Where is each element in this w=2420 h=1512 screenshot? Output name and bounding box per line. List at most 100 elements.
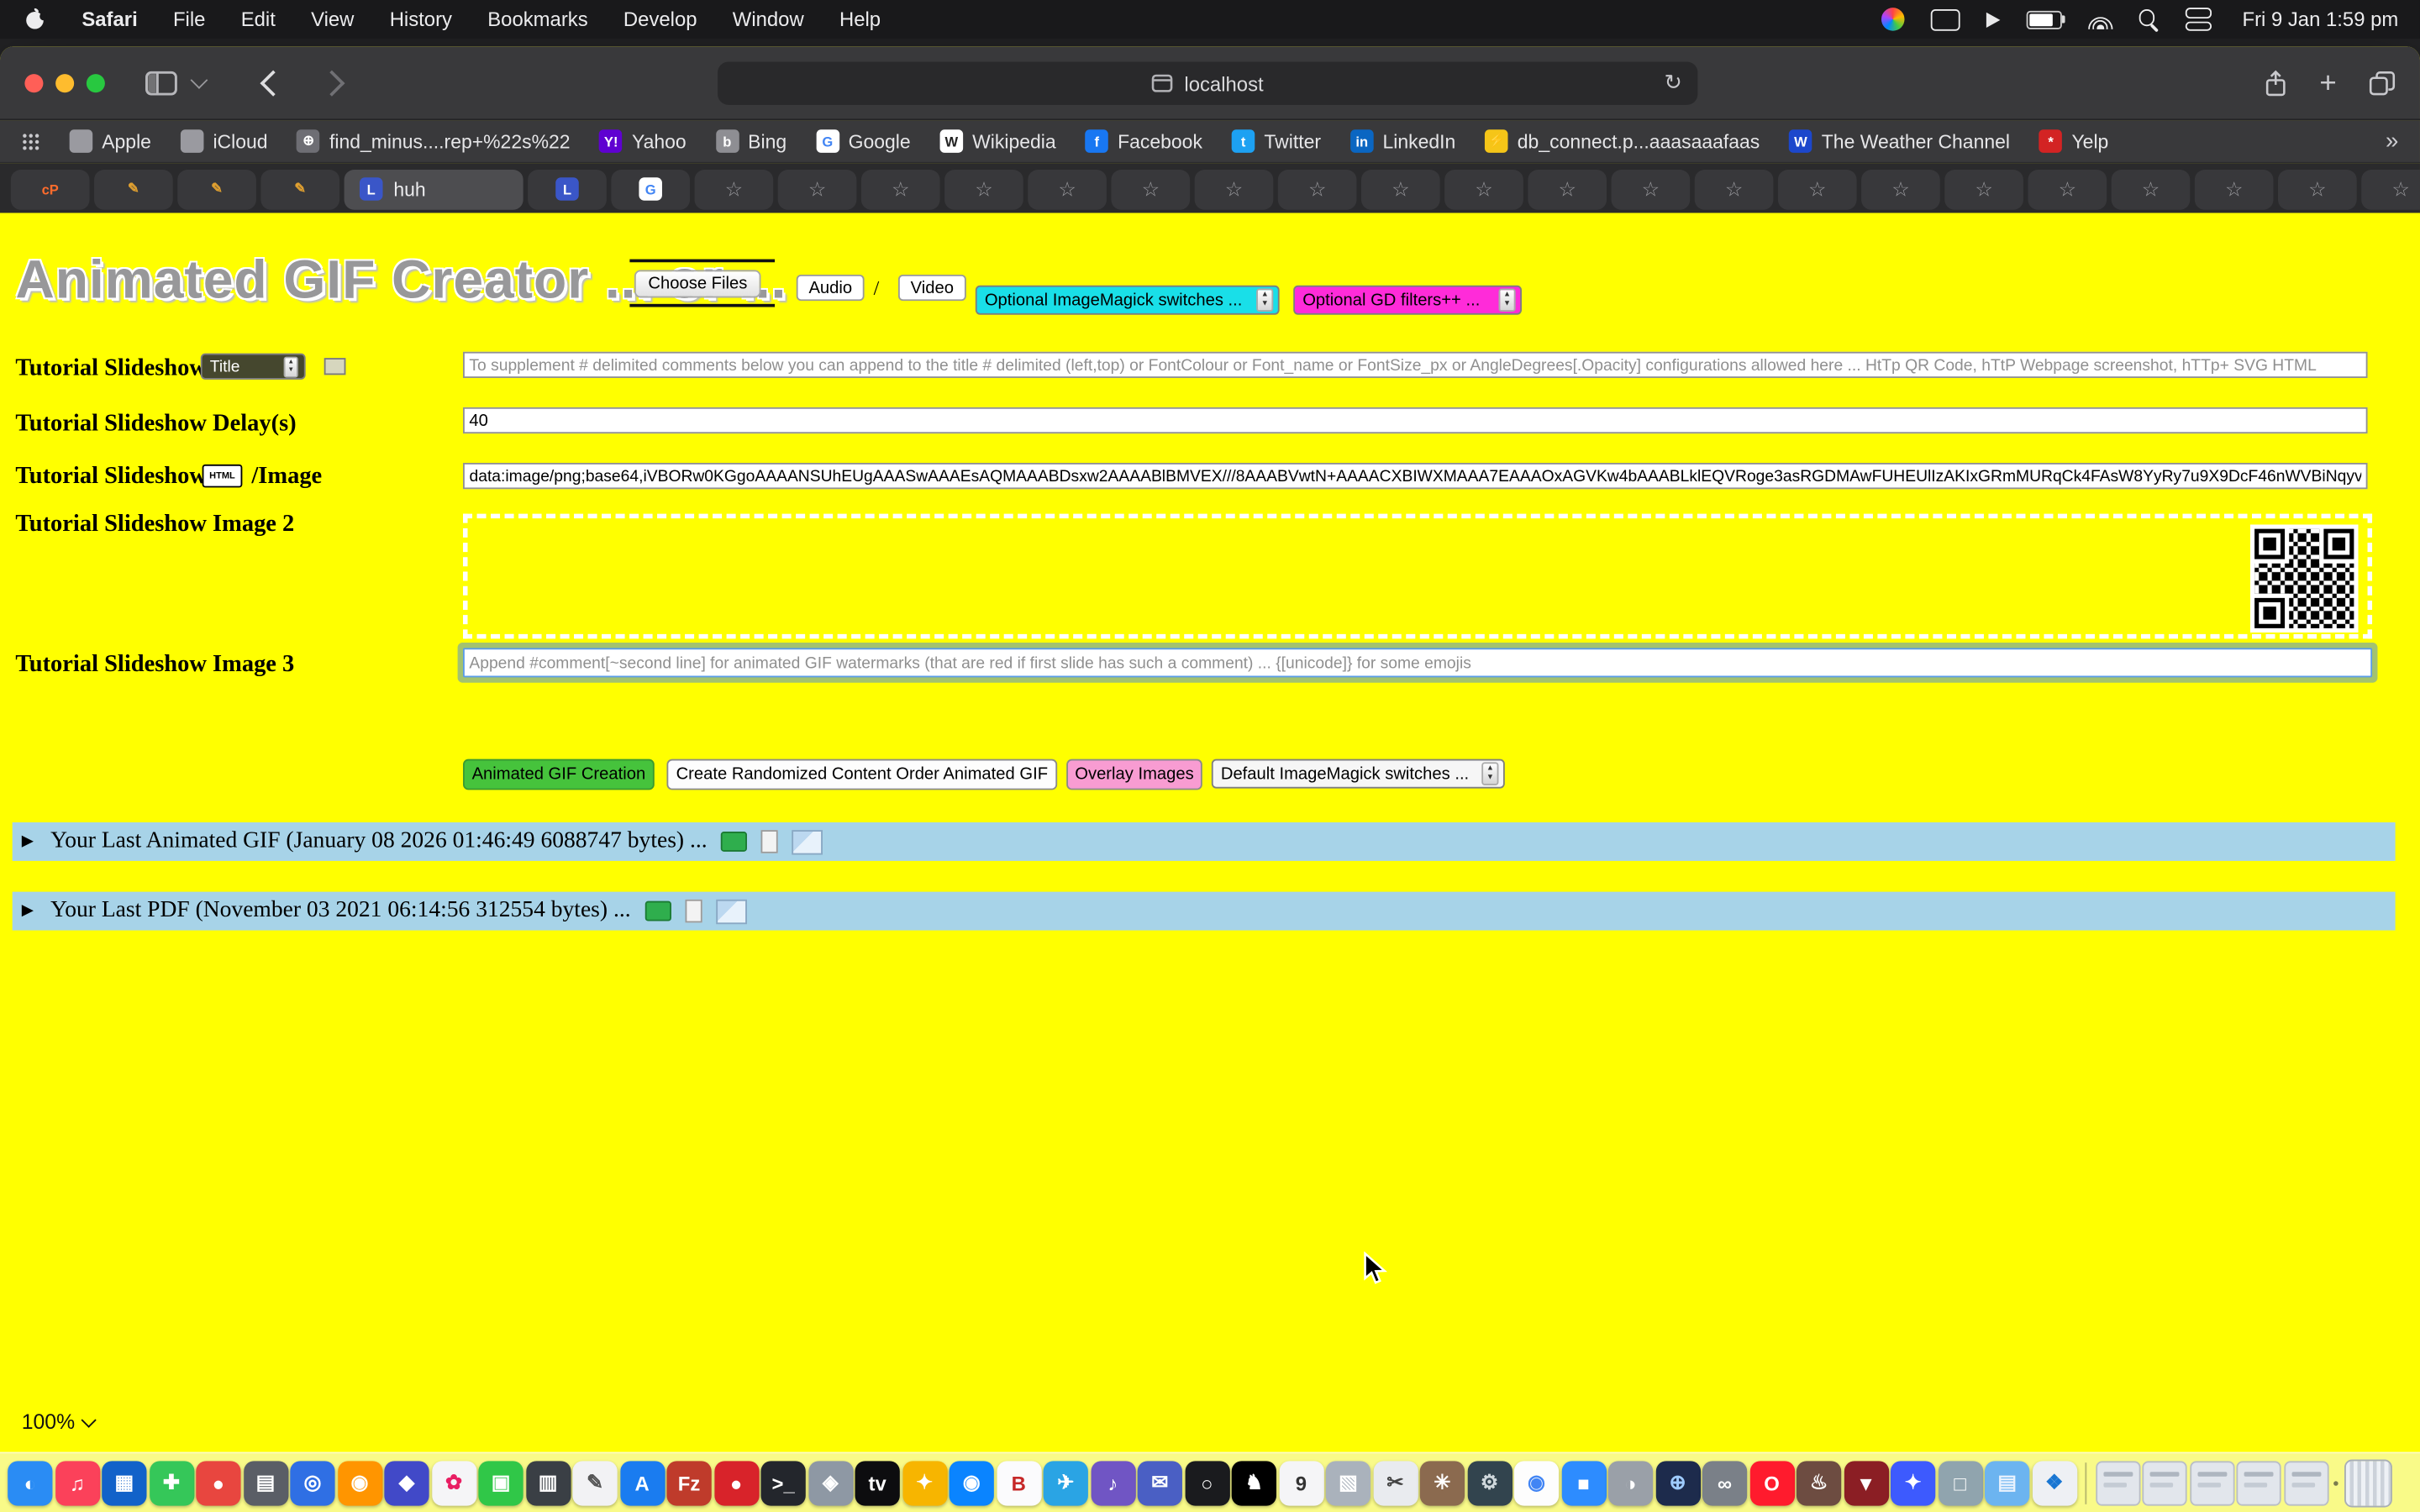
- battery-icon[interactable]: [2026, 10, 2061, 29]
- dock-app-icon[interactable]: ✳: [1420, 1460, 1465, 1504]
- dock-app-icon[interactable]: O: [1749, 1460, 1794, 1504]
- new-tab-button[interactable]: +: [2319, 69, 2336, 98]
- dock-app-icon[interactable]: ■: [1561, 1460, 1606, 1504]
- menu-app-name[interactable]: Safari: [82, 8, 137, 31]
- browser-tab[interactable]: ☆: [861, 169, 940, 209]
- bookmark-item[interactable]: G Google: [816, 129, 911, 153]
- image-chip-icon[interactable]: [716, 899, 747, 923]
- browser-tab[interactable]: ☆: [1444, 169, 1523, 209]
- last-pdf-details[interactable]: ▶ Your Last PDF (November 03 2021 06:14:…: [13, 892, 2396, 931]
- dock-app-icon[interactable]: ♪: [1091, 1460, 1135, 1504]
- dock-app-icon[interactable]: 9: [1279, 1460, 1323, 1504]
- dock-minimized-window[interactable]: [2095, 1460, 2139, 1504]
- choose-files-button[interactable]: Choose Files: [634, 270, 761, 297]
- default-imagemagick-select[interactable]: Default ImageMagick switches ... ▲▼: [1212, 759, 1505, 789]
- title-option-swatch[interactable]: [324, 358, 346, 375]
- html-badge[interactable]: HTML: [203, 465, 243, 488]
- dock-app-icon[interactable]: ◉: [1514, 1460, 1559, 1504]
- browser-tab[interactable]: ☆: [1028, 169, 1107, 209]
- disclosure-triangle-icon[interactable]: ▶: [22, 902, 34, 919]
- browser-tab[interactable]: ☆: [695, 169, 774, 209]
- dock-app-icon[interactable]: ▤: [1985, 1460, 2029, 1504]
- browser-tab[interactable]: ☆: [1944, 169, 2023, 209]
- gif-chip-icon[interactable]: [644, 901, 671, 921]
- menu-history[interactable]: History: [390, 8, 452, 31]
- bookmark-item[interactable]: * Yelp: [2039, 129, 2108, 153]
- zoom-window-button[interactable]: [87, 73, 105, 92]
- browser-tab[interactable]: ☆: [1861, 169, 1940, 209]
- title-select[interactable]: Title ▲▼: [201, 354, 306, 380]
- overlay-images-button[interactable]: Overlay Images: [1066, 759, 1202, 790]
- image-chip-icon[interactable]: [792, 829, 823, 853]
- menu-view[interactable]: View: [311, 8, 354, 31]
- imagemagick-switches-select[interactable]: Optional ImageMagick switches ... ▲▼: [976, 286, 1280, 315]
- browser-tab[interactable]: ☆: [2112, 169, 2191, 209]
- screen-mirroring-icon[interactable]: [1986, 12, 2001, 27]
- menu-file[interactable]: File: [173, 8, 205, 31]
- dock-app-icon[interactable]: ▥: [525, 1460, 570, 1504]
- dock-app-icon[interactable]: >_: [761, 1460, 806, 1504]
- dock-app-icon[interactable]: ✦: [1891, 1460, 1935, 1504]
- video-button[interactable]: Video: [898, 275, 966, 301]
- browser-tab[interactable]: ☆: [1278, 169, 1357, 209]
- dock-app-icon[interactable]: ∞: [1702, 1460, 1747, 1504]
- browser-tab[interactable]: ☆: [1111, 169, 1190, 209]
- minimize-window-button[interactable]: [55, 73, 74, 92]
- image2-dropzone[interactable]: [463, 514, 2372, 639]
- keyboard-status-icon[interactable]: [1930, 8, 1960, 30]
- dock-app-icon[interactable]: ✿: [431, 1460, 476, 1504]
- status-app-icon[interactable]: [1881, 8, 1905, 31]
- bookmark-item[interactable]: ⚡ db_connect.p...aaasaaafaas: [1485, 129, 1760, 153]
- dock-app-icon[interactable]: ⊕: [1655, 1460, 1700, 1504]
- dock-app-icon[interactable]: ◉: [337, 1460, 381, 1504]
- browser-tab[interactable]: ✎: [94, 169, 173, 209]
- browser-tab[interactable]: ✎: [177, 169, 256, 209]
- title-config-input[interactable]: [463, 352, 2368, 378]
- page-zoom-indicator[interactable]: 100%: [22, 1410, 93, 1434]
- menu-develop[interactable]: Develop: [623, 8, 697, 31]
- browser-tab[interactable]: ☆: [2195, 169, 2274, 209]
- bookmark-item[interactable]: in LinkedIn: [1350, 129, 1455, 153]
- browser-tab[interactable]: G: [611, 169, 690, 209]
- dock-app-icon[interactable]: A: [619, 1460, 664, 1504]
- address-bar[interactable]: localhost ↻: [718, 61, 1697, 104]
- dock-app-icon[interactable]: ◑: [1608, 1460, 1653, 1504]
- menu-bar-clock[interactable]: Fri 9 Jan 1:59 pm: [2242, 8, 2398, 31]
- animated-gif-creation-button[interactable]: Animated GIF Creation: [463, 759, 655, 790]
- dock-minimized-window[interactable]: [2142, 1460, 2186, 1504]
- browser-tab[interactable]: ☆: [2028, 169, 2107, 209]
- last-gif-details[interactable]: ▶ Your Last Animated GIF (January 08 202…: [13, 822, 2396, 861]
- dock-app-icon[interactable]: ⚙: [1467, 1460, 1512, 1504]
- dock-app-icon[interactable]: ◆: [384, 1460, 429, 1504]
- dock-app-icon[interactable]: ▼: [1844, 1460, 1888, 1504]
- menu-window[interactable]: Window: [733, 8, 804, 31]
- browser-tab[interactable]: cP: [11, 169, 90, 209]
- dock-app-icon[interactable]: ◈: [808, 1460, 853, 1504]
- browser-tab[interactable]: ☆: [1612, 169, 1691, 209]
- dock-minimized-window[interactable]: [2189, 1460, 2233, 1504]
- bookmark-item[interactable]: b Bing: [716, 129, 787, 153]
- dock-app-icon[interactable]: ◎: [290, 1460, 334, 1504]
- browser-tab[interactable]: ☆: [2361, 169, 2420, 209]
- bookmark-item[interactable]: ⊕ find_minus....rep+%22s%22: [297, 129, 570, 153]
- dock-app-icon[interactable]: ●: [196, 1460, 240, 1504]
- dock-app-icon[interactable]: □: [1938, 1460, 1982, 1504]
- gd-filters-select[interactable]: Optional GD filters++ ... ▲▼: [1293, 286, 1522, 315]
- dock-minimized-window[interactable]: [2236, 1460, 2281, 1504]
- bookmarks-grid-icon[interactable]: [22, 132, 40, 150]
- browser-tab[interactable]: ☆: [944, 169, 1023, 209]
- sidebar-toggle-icon[interactable]: [145, 71, 178, 95]
- dock-minimized-window[interactable]: [2283, 1460, 2328, 1504]
- browser-tab[interactable]: ☆: [1528, 169, 1607, 209]
- bookmarks-overflow-chevron[interactable]: »: [2386, 128, 2398, 154]
- dock-app-icon[interactable]: ✦: [902, 1460, 947, 1504]
- dock-app-icon[interactable]: ✉: [1138, 1460, 1182, 1504]
- doc-chip-icon[interactable]: [685, 900, 702, 923]
- close-window-button[interactable]: [24, 73, 43, 92]
- dock-app-icon[interactable]: ●: [713, 1460, 758, 1504]
- gif-chip-icon[interactable]: [721, 832, 747, 852]
- browser-tab[interactable]: L: [528, 169, 607, 209]
- dock-app-icon[interactable]: ✈: [1044, 1460, 1088, 1504]
- dock-app-icon[interactable]: ▣: [478, 1460, 523, 1504]
- menu-bookmarks[interactable]: Bookmarks: [487, 8, 587, 31]
